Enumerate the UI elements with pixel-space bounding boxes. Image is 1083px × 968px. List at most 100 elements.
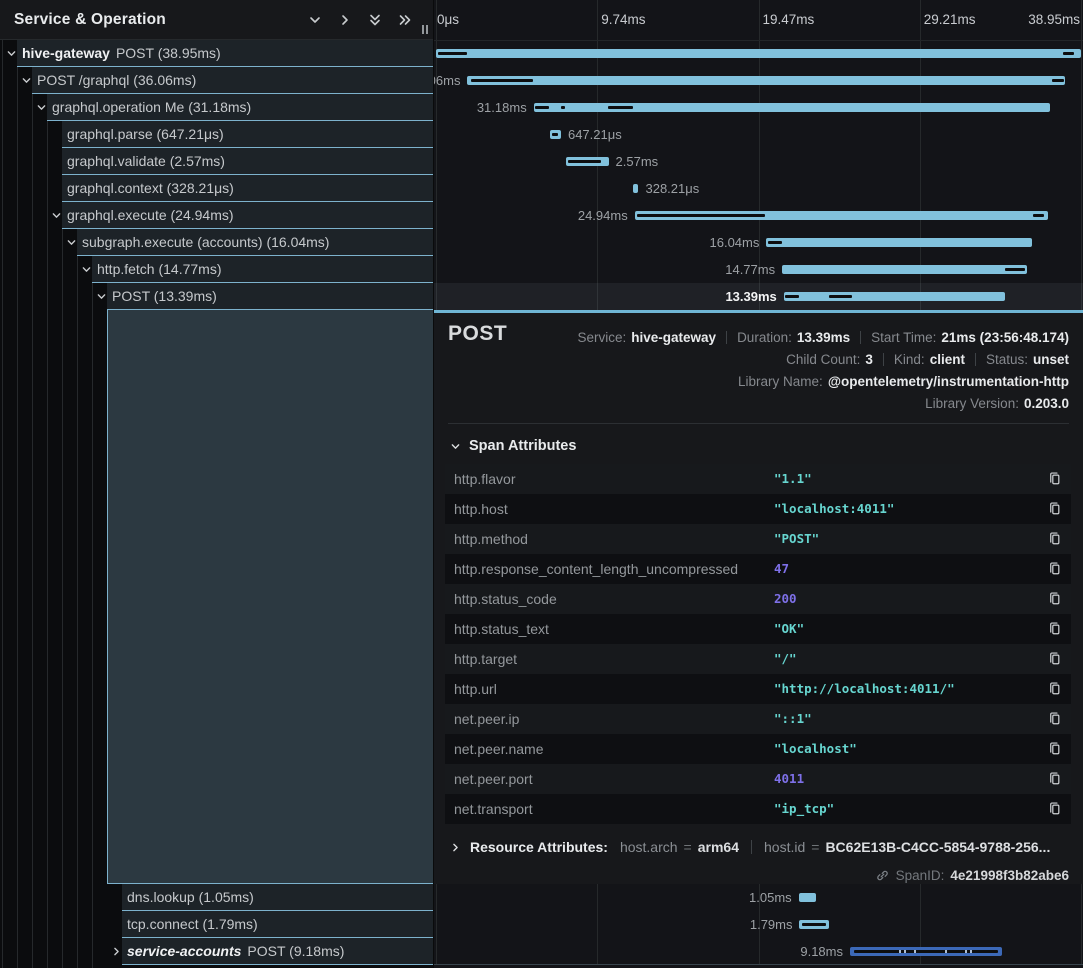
divider xyxy=(883,353,884,366)
double-chevron-right-icon[interactable] xyxy=(398,13,412,27)
span-label: graphql.context (328.21μs) xyxy=(62,175,234,201)
span-bar[interactable] xyxy=(635,211,1048,220)
self-time-segment xyxy=(471,79,533,82)
span-bar[interactable] xyxy=(784,292,1006,301)
chevron-down-icon[interactable] xyxy=(36,102,47,113)
attr-value: "OK" xyxy=(774,614,804,644)
copy-icon[interactable] xyxy=(1047,741,1063,757)
operation-name: graphql.context (328.21μs) xyxy=(67,180,234,196)
tree-row-dns.lookup[interactable]: dns.lookup (1.05ms) xyxy=(122,884,434,911)
timeline-row-post[interactable]: 13.39ms xyxy=(434,283,1083,310)
equals-sign: = xyxy=(811,839,819,855)
divider xyxy=(975,353,976,366)
tree-row-post[interactable]: POST (13.39ms) xyxy=(107,283,434,310)
chevron-right-icon[interactable] xyxy=(111,946,122,957)
chevron-down-icon[interactable] xyxy=(21,75,32,86)
timeline-row-http.fetch[interactable]: 14.77ms xyxy=(434,256,1083,283)
self-time-segment xyxy=(637,214,765,217)
timeline-row-graphql.parse[interactable]: 647.21μs xyxy=(434,121,1083,148)
copy-icon[interactable] xyxy=(1047,531,1063,547)
tree-row-graphql.parse[interactable]: graphql.parse (647.21μs) xyxy=(62,121,434,148)
resource-attributes-items: host.arch=arm64host.id=BC62E13B-C4CC-585… xyxy=(620,839,1050,855)
timeline-row-post[interactable]: 9.18ms xyxy=(434,938,1083,965)
timeline-row-tcp.connect[interactable]: 1.79ms xyxy=(434,911,1083,938)
meta-value: 0.203.0 xyxy=(1024,396,1069,411)
duration-label: 1.79ms xyxy=(750,911,793,938)
copy-icon[interactable] xyxy=(1047,621,1063,637)
tree-row-graphql.operation-me[interactable]: graphql.operation Me (31.18ms) xyxy=(47,94,434,121)
span-bar[interactable] xyxy=(782,265,1027,274)
chevron-right-icon[interactable] xyxy=(338,13,352,27)
chevron-right-icon xyxy=(450,842,461,853)
meta-value: unset xyxy=(1033,352,1069,367)
timeline-row-graphql.validate[interactable]: 2.57ms xyxy=(434,148,1083,175)
span-bar[interactable] xyxy=(799,920,829,929)
self-time-segment xyxy=(535,106,549,109)
meta-value: 21ms (23:56:48.174) xyxy=(941,330,1069,345)
tree-row-graphql.validate[interactable]: graphql.validate (2.57ms) xyxy=(62,148,434,175)
span-bar[interactable] xyxy=(799,893,816,902)
copy-icon[interactable] xyxy=(1047,711,1063,727)
span-bar[interactable] xyxy=(566,157,609,166)
span-bar[interactable] xyxy=(467,76,1064,85)
copy-icon[interactable] xyxy=(1047,801,1063,817)
tree-row-http.fetch[interactable]: http.fetch (14.77ms) xyxy=(92,256,434,283)
span-bar[interactable] xyxy=(550,130,561,139)
tree-row-graphql.execute[interactable]: graphql.execute (24.94ms) xyxy=(62,202,434,229)
timeline-row-graphql.execute[interactable]: 24.94ms xyxy=(434,202,1083,229)
attr-key: http.method xyxy=(454,524,528,554)
tree-row-subgraph.execute-accounts-[interactable]: subgraph.execute (accounts) (16.04ms) xyxy=(77,229,434,256)
copy-icon[interactable] xyxy=(1047,681,1063,697)
timeline-row-post[interactable]: 38.95ms xyxy=(434,40,1083,67)
tree-row-post[interactable]: hive-gatewayPOST (38.95ms) xyxy=(17,40,434,67)
chevron-down-icon[interactable] xyxy=(308,13,322,27)
meta-value: 13.39ms xyxy=(797,330,850,345)
span-id-row: SpanID: 4e21998f3b82abe6 xyxy=(875,865,1069,885)
self-time-segment xyxy=(552,133,558,136)
tree-row-tcp.connect[interactable]: tcp.connect (1.79ms) xyxy=(122,911,434,938)
chevron-down-icon[interactable] xyxy=(66,237,77,248)
tree-row-post[interactable]: service-accounts POST (9.18ms) xyxy=(122,938,434,965)
timeline-row-dns.lookup[interactable]: 1.05ms xyxy=(434,884,1083,911)
chevron-down-icon[interactable] xyxy=(6,48,17,59)
drag-grip-icon[interactable] xyxy=(421,25,431,35)
tree-row-graphql.context[interactable]: graphql.context (328.21μs) xyxy=(62,175,434,202)
copy-icon[interactable] xyxy=(1047,561,1063,577)
attr-row-http.method: http.method"POST" xyxy=(445,524,1071,554)
span-bar[interactable] xyxy=(850,947,1002,956)
resource-attributes-row[interactable]: Resource Attributes: host.arch=arm64host… xyxy=(450,835,1069,859)
axis-tick-19.47ms: 19.47ms xyxy=(763,0,815,40)
attr-key: http.status_code xyxy=(454,584,557,614)
span-id-label: SpanID: xyxy=(896,868,945,883)
copy-icon[interactable] xyxy=(1047,501,1063,517)
panel-title: Service & Operation xyxy=(14,0,166,40)
copy-icon[interactable] xyxy=(1047,591,1063,607)
span-label: dns.lookup (1.05ms) xyxy=(122,884,254,910)
operation-name: POST (9.18ms) xyxy=(247,943,344,959)
chevron-down-icon[interactable] xyxy=(51,210,62,221)
span-bar[interactable] xyxy=(766,238,1032,247)
axis-tick-9.74ms: 9.74ms xyxy=(601,0,645,40)
attr-value: "1.1" xyxy=(774,464,812,494)
timeline-row-graphql.operation-me[interactable]: 31.18ms xyxy=(434,94,1083,121)
timeline-row-subgraph.execute-accounts-[interactable]: 16.04ms xyxy=(434,229,1083,256)
tree-row-post-graphql[interactable]: POST /graphql (36.06ms) xyxy=(32,67,434,94)
timeline-row-post-graphql[interactable]: 36.06ms xyxy=(434,67,1083,94)
copy-icon[interactable] xyxy=(1047,471,1063,487)
copy-icon[interactable] xyxy=(1047,771,1063,787)
meta-line-2: Child Count:3Kind:clientStatus:unset xyxy=(464,348,1069,370)
span-attributes-header[interactable]: Span Attributes xyxy=(450,435,576,457)
span-bar[interactable] xyxy=(534,103,1050,112)
divider xyxy=(448,423,1069,424)
chevron-down-icon[interactable] xyxy=(96,291,107,302)
child-span-marker xyxy=(914,950,916,953)
service-name: service-accounts xyxy=(127,943,241,959)
copy-icon[interactable] xyxy=(1047,651,1063,667)
chevron-down-icon[interactable] xyxy=(81,264,92,275)
duration-label: 24.94ms xyxy=(578,202,628,229)
span-bar[interactable] xyxy=(633,184,638,193)
timeline-row-graphql.context[interactable]: 328.21μs xyxy=(434,175,1083,202)
double-chevron-down-icon[interactable] xyxy=(368,13,382,27)
meta-label: Library Version: xyxy=(925,396,1024,411)
span-bar[interactable] xyxy=(436,49,1081,58)
